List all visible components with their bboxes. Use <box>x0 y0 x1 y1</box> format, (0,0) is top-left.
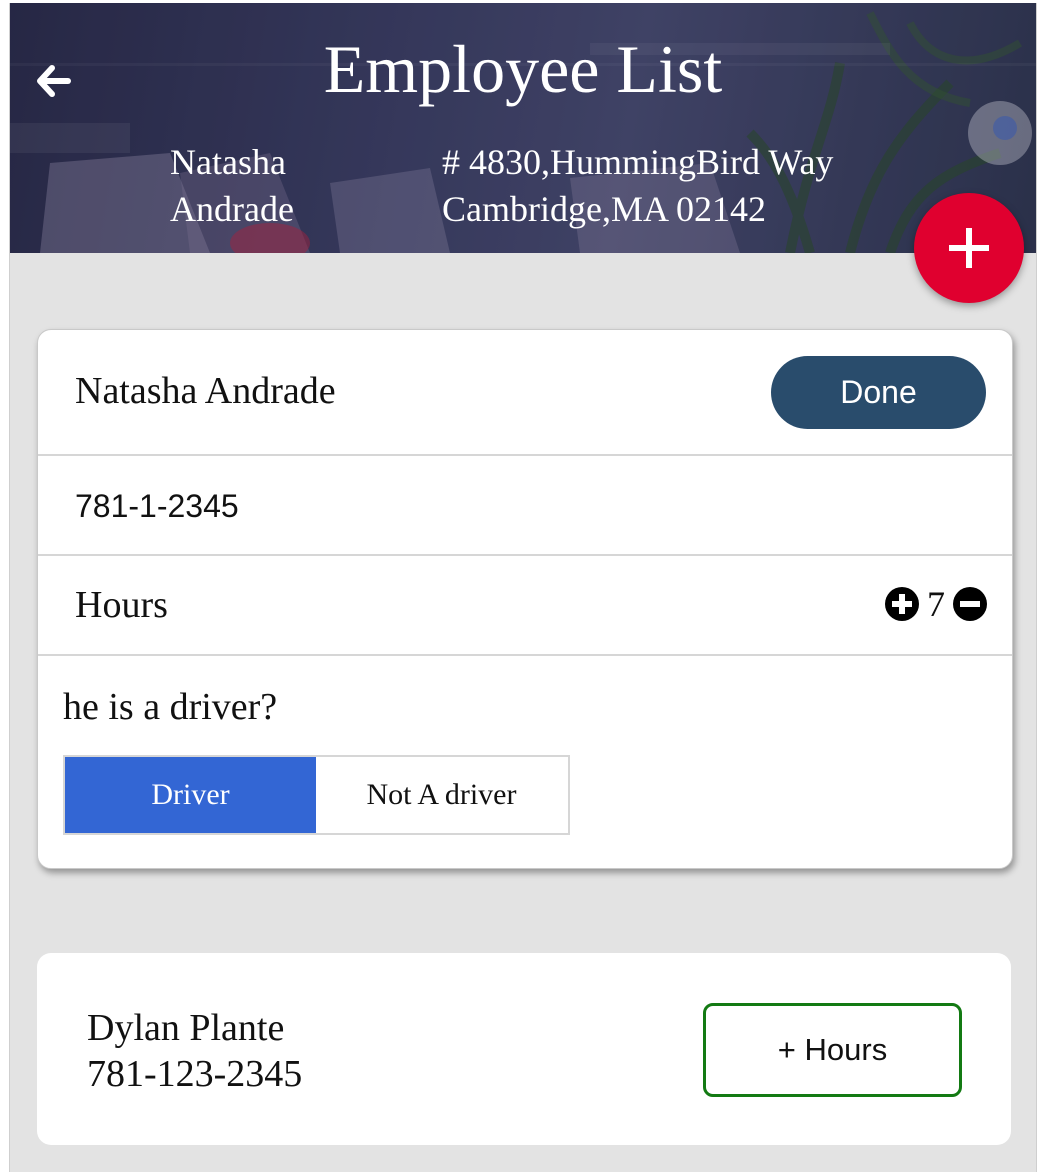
owner-first-name: Natasha <box>170 142 286 182</box>
hours-value: 7 <box>927 584 945 624</box>
hours-label: Hours <box>75 584 168 626</box>
address-line-1: # 4830,HummingBird Way <box>442 142 834 182</box>
owner-last-name: Andrade <box>170 189 294 229</box>
hours-stepper: 7 <box>885 586 987 622</box>
phone-row: 781-1-2345 <box>38 456 1012 556</box>
not-a-driver-option[interactable]: Not A driver <box>316 757 567 833</box>
owner-address: # 4830,HummingBird Way Cambridge,MA 0214… <box>442 139 942 233</box>
name-row: Natasha Andrade Done <box>38 330 1012 456</box>
employee-edit-card: Natasha Andrade Done 781-1-2345 Hours 7 <box>37 329 1013 869</box>
owner-name: Natasha Andrade <box>170 139 340 233</box>
header-banner: Employee List Natasha Andrade # 4830,Hum… <box>10 3 1036 253</box>
employee-phone: 781-1-2345 <box>75 488 239 524</box>
address-line-2: Cambridge,MA 02142 <box>442 189 766 229</box>
employee-name: Natasha Andrade <box>75 370 336 412</box>
driver-segmented-control: Driver Not A driver <box>63 755 570 835</box>
page-title: Employee List <box>323 31 723 107</box>
app-frame: Employee List Natasha Andrade # 4830,Hum… <box>9 3 1037 1172</box>
employee-name: Dylan Plante <box>87 1007 285 1049</box>
driver-question: he is a driver? <box>63 686 278 728</box>
minus-circle-icon[interactable] <box>953 587 987 621</box>
plus-icon <box>949 228 989 268</box>
done-button[interactable]: Done <box>771 356 986 429</box>
hours-row: Hours 7 <box>38 556 1012 656</box>
add-hours-button[interactable]: + Hours <box>703 1003 962 1097</box>
employee-card[interactable]: Dylan Plante 781-123-2345 + Hours <box>37 953 1011 1145</box>
driver-option[interactable]: Driver <box>65 757 316 833</box>
employee-phone: 781-123-2345 <box>87 1053 303 1095</box>
plus-circle-icon[interactable] <box>885 587 919 621</box>
add-employee-button[interactable] <box>914 193 1024 303</box>
